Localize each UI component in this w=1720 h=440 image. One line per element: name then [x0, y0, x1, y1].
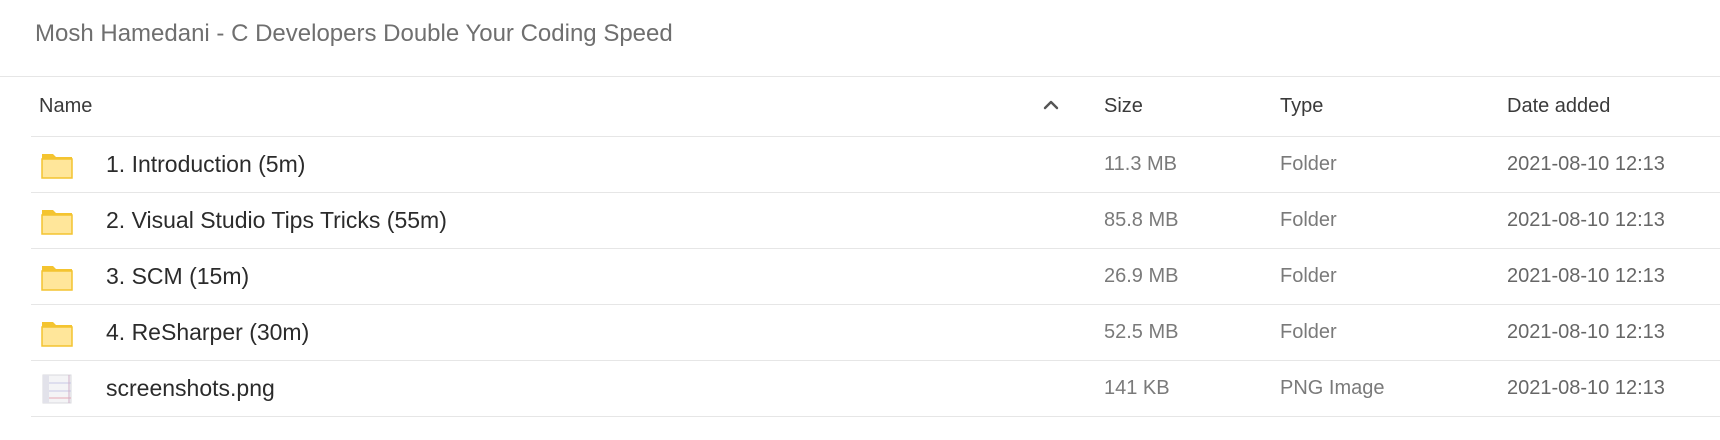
file-name[interactable]: 2. Visual Studio Tips Tricks (55m): [106, 207, 447, 234]
column-header-date[interactable]: Date added: [1507, 77, 1610, 136]
folder-icon: [41, 193, 73, 248]
column-header-date-label: Date added: [1507, 95, 1611, 117]
sort-toggle-button[interactable]: [1043, 77, 1059, 136]
table-row[interactable]: 3. SCM (15m) 26.9 MB Folder 2021-08-10 1…: [31, 249, 1720, 305]
file-type: Folder: [1280, 265, 1337, 287]
column-header-size-label: Size: [1104, 95, 1143, 117]
column-header-type[interactable]: Type: [1280, 77, 1323, 136]
image-file-icon: [41, 361, 73, 416]
file-type: PNG Image: [1280, 377, 1385, 399]
file-table: Name Size Type Date added 1. Introductio…: [31, 77, 1720, 417]
table-row[interactable]: 4. ReSharper (30m) 52.5 MB Folder 2021-0…: [31, 305, 1720, 361]
column-header-size[interactable]: Size: [1104, 77, 1143, 136]
file-date-added: 2021-08-10 12:13: [1507, 153, 1665, 175]
column-header-type-label: Type: [1280, 95, 1324, 117]
page-header: Mosh Hamedani - C Developers Double Your…: [0, 0, 1720, 77]
folder-icon: [41, 137, 73, 192]
file-date-added: 2021-08-10 12:13: [1507, 209, 1665, 231]
file-size: 52.5 MB: [1104, 321, 1179, 343]
file-size: 11.3 MB: [1104, 153, 1177, 175]
file-name[interactable]: screenshots.png: [106, 375, 275, 402]
file-date-added: 2021-08-10 12:13: [1507, 265, 1665, 287]
table-row[interactable]: 1. Introduction (5m) 11.3 MB Folder 2021…: [31, 137, 1720, 193]
table-row[interactable]: screenshots.png 141 KB PNG Image 2021-08…: [31, 361, 1720, 417]
chevron-up-icon: [1043, 98, 1059, 116]
file-size: 141 KB: [1104, 377, 1170, 399]
file-name[interactable]: 4. ReSharper (30m): [106, 319, 309, 346]
folder-icon: [41, 305, 73, 360]
column-header-name[interactable]: Name: [39, 77, 92, 136]
file-date-added: 2021-08-10 12:13: [1507, 377, 1665, 399]
file-type: Folder: [1280, 321, 1337, 343]
page-title: Mosh Hamedani - C Developers Double Your…: [35, 20, 673, 47]
file-size: 26.9 MB: [1104, 265, 1179, 287]
table-row[interactable]: 2. Visual Studio Tips Tricks (55m) 85.8 …: [31, 193, 1720, 249]
file-date-added: 2021-08-10 12:13: [1507, 321, 1665, 343]
file-type: Folder: [1280, 153, 1337, 175]
file-name[interactable]: 3. SCM (15m): [106, 263, 249, 290]
folder-icon: [41, 249, 73, 304]
file-name[interactable]: 1. Introduction (5m): [106, 151, 305, 178]
file-size: 85.8 MB: [1104, 209, 1179, 231]
file-type: Folder: [1280, 209, 1337, 231]
table-header-row: Name Size Type Date added: [31, 77, 1720, 137]
column-header-name-label: Name: [39, 95, 93, 117]
